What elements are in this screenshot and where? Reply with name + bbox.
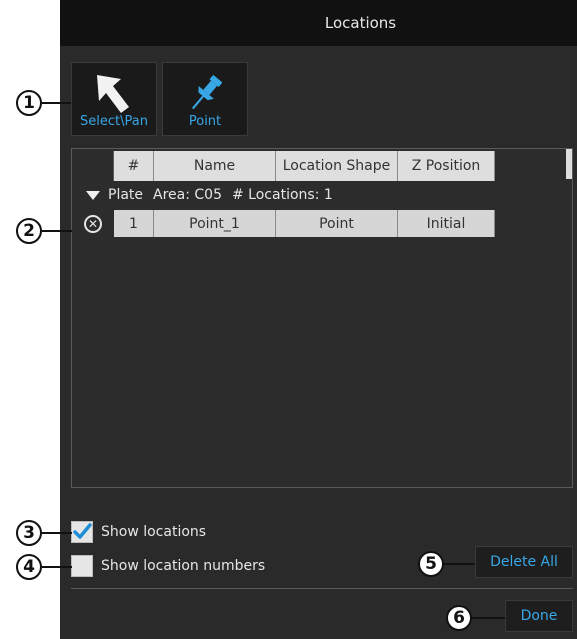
select-pan-button[interactable]: Select\Pan xyxy=(71,62,157,136)
group-count-label: # Locations: 1 xyxy=(232,187,333,203)
callout-5-leader xyxy=(444,563,475,565)
checkmark-icon xyxy=(73,523,92,539)
callout-1: 1 xyxy=(16,90,42,116)
callout-3-leader xyxy=(42,532,72,534)
callout-3: 3 xyxy=(16,520,42,546)
header-name[interactable]: Name xyxy=(154,151,276,181)
header-blank xyxy=(72,151,114,181)
table-header: # Name Location Shape Z Position xyxy=(72,151,495,181)
group-plate-label: Plate xyxy=(108,187,144,203)
plate-group-row[interactable]: Plate Area: C05 # Locations: 1 xyxy=(72,182,572,208)
show-location-numbers-checkbox[interactable] xyxy=(71,555,93,577)
callout-4: 4 xyxy=(16,554,42,580)
show-locations-checkbox[interactable] xyxy=(71,521,93,543)
cell-z-position[interactable]: Initial xyxy=(398,210,495,237)
locations-table: # Name Location Shape Z Position Plate A… xyxy=(71,148,573,488)
callout-6-leader xyxy=(472,617,505,619)
callout-6: 6 xyxy=(446,605,472,631)
callout-2-leader xyxy=(42,230,72,232)
remove-circle-icon: ✕ xyxy=(84,214,102,233)
callout-1-leader xyxy=(42,102,71,104)
collapse-triangle-icon[interactable] xyxy=(86,190,100,200)
table-row[interactable]: ✕ 1 Point_1 Point Initial xyxy=(72,210,495,237)
pushpin-icon xyxy=(192,75,223,110)
show-locations-label: Show locations xyxy=(101,524,207,540)
done-button[interactable]: Done xyxy=(505,600,573,632)
header-z-position[interactable]: Z Position xyxy=(398,151,495,181)
divider xyxy=(71,588,573,589)
cell-index: 1 xyxy=(114,210,154,237)
vertical-scrollbar[interactable] xyxy=(566,149,572,179)
callout-4-leader xyxy=(42,566,72,568)
select-pan-arrow-icon xyxy=(97,75,129,113)
show-locations-option[interactable]: Show locations xyxy=(71,521,206,543)
title-bar: Locations xyxy=(60,0,577,46)
header-index[interactable]: # xyxy=(114,151,154,181)
show-location-numbers-label: Show location numbers xyxy=(101,558,266,574)
callout-5: 5 xyxy=(418,551,444,577)
point-button[interactable]: Point xyxy=(162,62,248,136)
delete-all-button[interactable]: Delete All xyxy=(475,546,573,578)
locations-dialog: Locations Select\Pan Point # Name Locati… xyxy=(60,0,577,639)
callout-2: 2 xyxy=(16,218,42,244)
cell-location-shape[interactable]: Point xyxy=(276,210,398,237)
delete-row-button[interactable]: ✕ xyxy=(72,210,114,237)
group-area-label: Area: C05 xyxy=(153,187,222,203)
header-location-shape[interactable]: Location Shape xyxy=(276,151,398,181)
cell-name[interactable]: Point_1 xyxy=(154,210,276,237)
show-location-numbers-option[interactable]: Show location numbers xyxy=(71,555,265,577)
dialog-title: Locations xyxy=(324,14,397,32)
